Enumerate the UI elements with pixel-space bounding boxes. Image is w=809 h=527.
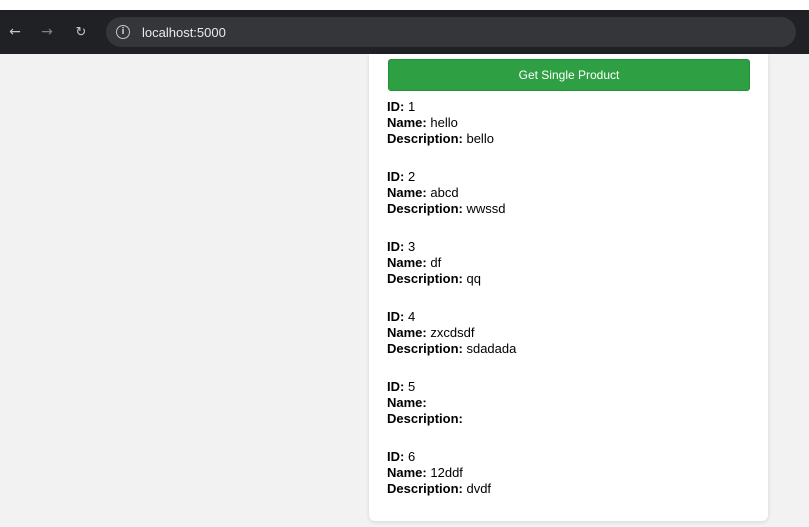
- product-name-line: Name: hello: [387, 115, 747, 131]
- product-name-line: Name: df: [387, 255, 747, 271]
- product-description-value: wwssd: [466, 201, 506, 216]
- product-name-value: abcd: [430, 185, 459, 200]
- name-label: Name:: [387, 325, 427, 340]
- id-label: ID:: [387, 449, 405, 464]
- product-name-value: df: [430, 255, 442, 270]
- description-label: Description:: [387, 481, 463, 496]
- product-description-value: bello: [466, 131, 494, 146]
- product-item-4: ID: 4 Name: zxcdsdf Description: sdadada: [387, 309, 747, 379]
- product-item-5: ID: 5 Name: Description:: [387, 379, 747, 449]
- name-label: Name:: [387, 115, 427, 130]
- product-id-value: 4: [407, 309, 416, 324]
- name-label: Name:: [387, 465, 427, 480]
- name-label: Name:: [387, 395, 427, 410]
- address-bar-url[interactable]: localhost:5000: [142, 25, 226, 40]
- id-label: ID:: [387, 309, 405, 324]
- product-description-line: Description: qq: [387, 271, 747, 287]
- product-name-value: hello: [430, 115, 458, 130]
- product-id-value: 2: [407, 169, 416, 184]
- reload-icon[interactable]: ↻: [70, 21, 92, 43]
- description-label: Description:: [387, 201, 463, 216]
- product-name-value: 12ddf: [430, 465, 463, 480]
- id-label: ID:: [387, 169, 405, 184]
- product-item-6: ID: 6 Name: 12ddf Description: dvdf: [387, 449, 747, 519]
- name-label: Name:: [387, 185, 427, 200]
- product-name-value: zxcdsdf: [430, 325, 475, 340]
- product-id-value: 5: [407, 379, 416, 394]
- product-description-line: Description: wwssd: [387, 201, 747, 217]
- get-single-product-button[interactable]: Get Single Product: [388, 59, 750, 91]
- product-id-value: 3: [407, 239, 416, 254]
- product-id-line: ID: 2: [387, 169, 747, 185]
- product-item-3: ID: 3 Name: df Description: qq: [387, 239, 747, 309]
- product-item-1: ID: 1 Name: hello Description: bello: [387, 99, 747, 169]
- product-card: Get Single Product ID: 1 Name: hello Des…: [369, 54, 768, 521]
- product-id-value: 6: [407, 449, 416, 464]
- name-label: Name:: [387, 255, 427, 270]
- id-label: ID:: [387, 239, 405, 254]
- id-label: ID:: [387, 99, 405, 114]
- page-viewport: Get Single Product ID: 1 Name: hello Des…: [0, 54, 809, 527]
- product-item-2: ID: 2 Name: abcd Description: wwssd: [387, 169, 747, 239]
- product-id-value: 1: [407, 99, 416, 114]
- address-bar[interactable]: i localhost:5000: [106, 17, 796, 47]
- product-description-line: Description: dvdf: [387, 481, 747, 497]
- forward-arrow-icon[interactable]: →: [36, 21, 58, 43]
- product-id-line: ID: 6: [387, 449, 747, 465]
- description-label: Description:: [387, 411, 463, 426]
- description-label: Description:: [387, 131, 463, 146]
- active-tab-fragment[interactable]: [0, 0, 240, 10]
- product-description-line: Description:: [387, 411, 747, 427]
- product-name-line: Name: zxcdsdf: [387, 325, 747, 341]
- site-info-icon[interactable]: i: [116, 25, 130, 39]
- product-id-line: ID: 1: [387, 99, 747, 115]
- browser-toolbar: ← → ↻ i localhost:5000: [0, 10, 809, 54]
- id-label: ID:: [387, 379, 405, 394]
- product-description-line: Description: bello: [387, 131, 747, 147]
- product-description-value: sdadada: [466, 341, 517, 356]
- product-description-line: Description: sdadada: [387, 341, 747, 357]
- product-name-line: Name:: [387, 395, 747, 411]
- product-id-line: ID: 3: [387, 239, 747, 255]
- product-description-value: dvdf: [466, 481, 492, 496]
- product-id-line: ID: 4: [387, 309, 747, 325]
- product-list: ID: 1 Name: hello Description: bello ID:…: [387, 99, 747, 519]
- description-label: Description:: [387, 271, 463, 286]
- description-label: Description:: [387, 341, 463, 356]
- product-name-line: Name: abcd: [387, 185, 747, 201]
- product-id-line: ID: 5: [387, 379, 747, 395]
- back-arrow-icon[interactable]: ←: [4, 21, 26, 43]
- product-description-value: qq: [466, 271, 481, 286]
- product-name-line: Name: 12ddf: [387, 465, 747, 481]
- tab-strip: [0, 0, 809, 10]
